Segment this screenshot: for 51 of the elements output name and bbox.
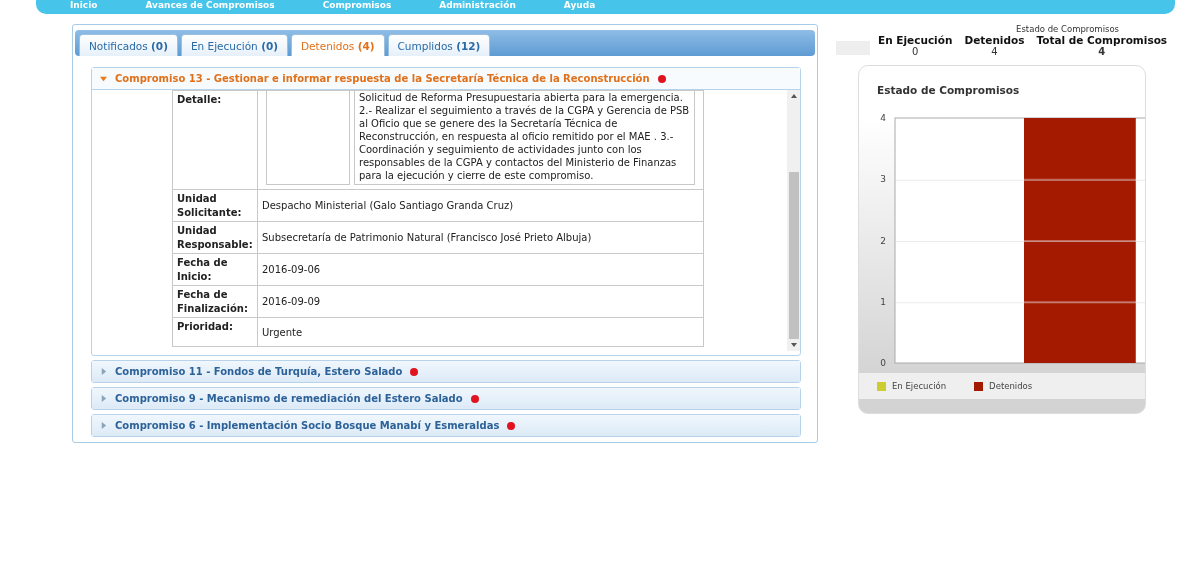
commitment-title: Compromiso 9 - Mecanismo de remediación del Estero Salado [115, 393, 463, 404]
summary-value: 0 [912, 46, 919, 57]
nav-link[interactable]: Ayuda [563, 0, 596, 10]
tab[interactable]: Detenidos (4) [291, 34, 385, 56]
field-label: Detalle: [172, 90, 258, 190]
field-value: Despacho Ministerial (Galo Santiago Granda Cruz) [257, 189, 704, 222]
caret-icon [100, 395, 107, 402]
summary-label: En Ejecución [878, 34, 953, 46]
commitment-title: Compromiso 6 - Implementación Socio Bosque Manabí y Esmeraldas [115, 420, 500, 431]
scroll-down-icon[interactable] [789, 341, 798, 349]
caret-icon [100, 75, 107, 82]
nav-link[interactable]: Administración [439, 0, 516, 10]
summary-label: Total de Compromisos [1036, 34, 1168, 46]
axis-tick-label: 1 [880, 296, 886, 307]
field-label: Unidad Solicitante: [172, 189, 258, 222]
field-value: 2016-09-09 [257, 285, 704, 318]
accordion-header[interactable]: Compromiso 6 - Implementación Socio Bosque Manabí y Esmeraldas [92, 415, 800, 436]
field-label: Unidad Responsable: [172, 221, 258, 254]
detail-text: Solicitud de Reforma Presupuestaria abierta para la emergencia. 2.- Realizar el seguimiento a través de la CGPA y Gerencia de PSB al Oficio que se genere des la Secretaría Técnica de Reconstrucción, en respuesta al oficio remitido por el MAE . 3.- Coordinación y seguimiento de actividades junto con los responsables de la CGPA y contactos del Ministerio de Finanzas para la ejecución y cierre de este compromiso. [354, 91, 695, 185]
tab[interactable]: Cumplidos (12) [387, 34, 491, 56]
accordion-header[interactable]: Compromiso 11 - Fondos de Turquía, Estero Salado [92, 361, 800, 382]
scrollbar[interactable] [787, 90, 800, 351]
commitment-title: Compromiso 13 - Gestionar e informar respuesta de la Secretaría Técnica de la Reconstrucción [115, 73, 650, 84]
field-label: Fecha de Inicio: [172, 253, 258, 286]
field-value: 2016-09-06 [257, 253, 704, 286]
axis-tick-label: 0 [880, 358, 886, 368]
caret-icon [100, 422, 107, 429]
summary-value: 4 [991, 46, 998, 57]
axis-tick-label: 3 [880, 174, 886, 185]
nav-link[interactable]: Avances de Compromisos [145, 0, 275, 10]
caret-icon [100, 368, 107, 375]
legend-label: En Ejecución [892, 381, 947, 391]
nav-link[interactable]: Compromisos [322, 0, 392, 10]
nav-link[interactable]: Inicio [70, 0, 98, 10]
axis-tick-label: 2 [880, 235, 886, 246]
scroll-up-icon[interactable] [789, 92, 798, 100]
legend-label: Detenidos [989, 381, 1033, 391]
summary-value: 4 [1098, 46, 1106, 57]
field-value: Subsecretaría de Patrimonio Natural (Francisco José Prieto Albuja) [257, 221, 704, 254]
summary-caption: Estado de Compromisos [1016, 24, 1120, 34]
field-label: Prioridad: [172, 317, 258, 347]
accordion-header[interactable]: Compromiso 9 - Mecanismo de remediación del Estero Salado [92, 388, 800, 409]
field-label: Fecha de Finalización: [172, 285, 258, 318]
commitment-title: Compromiso 11 - Fondos de Turquía, Estero Salado [115, 366, 403, 377]
axis-tick-label: 4 [880, 113, 886, 123]
tab[interactable]: En Ejecución (0) [180, 34, 289, 56]
summary-label: Detenidos [964, 34, 1025, 46]
accordion-header[interactable]: Compromiso 13 - Gestionar e informar respuesta de la Secretaría Técnica de la Reconstrucción [92, 68, 800, 90]
field-value: Urgente [257, 317, 704, 347]
tab[interactable]: Notificados (0) [79, 34, 178, 56]
chart-title: Estado de Compromisos [876, 84, 1021, 96]
